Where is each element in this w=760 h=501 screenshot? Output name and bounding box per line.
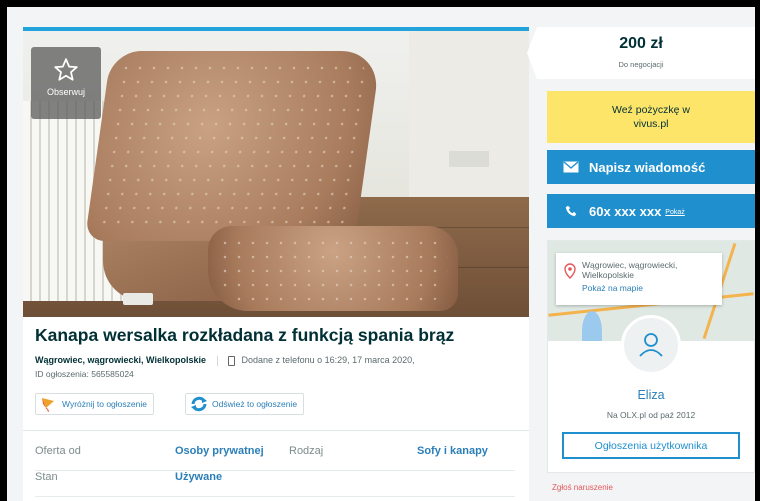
price-box: 200 zł Do negocjacji bbox=[527, 27, 755, 79]
ad-id: ID ogłoszenia: 565585024 bbox=[35, 369, 134, 379]
added-time: o 16:29, 17 marca 2020, bbox=[317, 355, 415, 365]
watch-label: Obserwuj bbox=[46, 87, 85, 97]
param-key: Stan bbox=[35, 471, 58, 483]
map-location-card: Wągrowiec, wągrowiecki, Wielkopolskie Po… bbox=[556, 253, 722, 305]
user-ads-button[interactable]: Ogłoszenia użytkownika bbox=[562, 432, 740, 459]
param-key: Rodzaj bbox=[289, 445, 324, 457]
watch-button[interactable]: Obserwuj bbox=[31, 47, 101, 119]
params-row: Stan Używane bbox=[35, 471, 515, 497]
location-row: Wągrowiec, wągrowiecki, Wielkopolskie Do… bbox=[35, 355, 415, 366]
show-on-map-link[interactable]: Pokaż na mapie bbox=[582, 283, 643, 293]
loan-ad-banner[interactable]: Weź pożyczkę w vivus.pl bbox=[547, 91, 755, 143]
user-icon bbox=[639, 333, 663, 357]
seller-since: Na OLX.pl od paź 2012 bbox=[606, 410, 696, 420]
map-pin-icon bbox=[564, 263, 576, 279]
map-address: Wągrowiec, wągrowiecki, Wielkopolskie bbox=[582, 260, 678, 280]
sofa-back bbox=[84, 51, 382, 241]
promote-label: Wyróżnij to ogłoszenie bbox=[62, 399, 147, 409]
listing-card: Obserwuj Kanapa wersalka rozkładana z fu… bbox=[23, 27, 529, 501]
refresh-icon bbox=[191, 396, 207, 412]
added-text: Dodane z telefonu bbox=[241, 355, 315, 365]
show-phone-link[interactable]: Pokaż bbox=[665, 209, 684, 216]
star-icon bbox=[54, 58, 78, 81]
loan-line1: Weź pożyczkę w bbox=[612, 104, 690, 116]
refresh-button[interactable]: Odśwież to ogłoszenie bbox=[185, 393, 305, 415]
phone-button[interactable]: 60x xxx xxx Pokaż bbox=[547, 194, 755, 228]
param-value[interactable]: Osoby prywatnej bbox=[175, 445, 264, 457]
listing-photo[interactable]: Obserwuj bbox=[23, 31, 529, 317]
params-table: Oferta od Osoby prywatnej Rodzaj Sofy i … bbox=[35, 445, 515, 497]
sofa-seat bbox=[208, 226, 458, 311]
param-key: Oferta od bbox=[35, 445, 81, 457]
location-text: Wągrowiec, wągrowiecki, Wielkopolskie bbox=[35, 355, 206, 365]
kite-icon bbox=[42, 398, 54, 412]
seller-box: Wągrowiec, wągrowiecki, Wielkopolskie Po… bbox=[547, 240, 755, 473]
negotiable-label: Do negocjacji bbox=[618, 60, 664, 69]
message-button[interactable]: Napisz wiadomość bbox=[547, 150, 755, 184]
report-link[interactable]: Zgłoś naruszenie bbox=[552, 483, 613, 492]
listing-title: Kanapa wersalka rozkładana z funkcją spa… bbox=[35, 325, 455, 345]
param-value[interactable]: Sofy i kanapy bbox=[417, 445, 488, 457]
param-value[interactable]: Używane bbox=[175, 471, 222, 483]
avatar bbox=[621, 315, 681, 375]
phone-small-icon bbox=[228, 355, 236, 366]
phone-icon bbox=[565, 205, 577, 217]
loan-line2: vivus.pl bbox=[633, 118, 669, 130]
phone-number: 60x xxx xxx bbox=[589, 203, 662, 219]
page: Obserwuj Kanapa wersalka rozkładana z fu… bbox=[7, 7, 755, 501]
refresh-label: Odśwież to ogłoszenie bbox=[212, 399, 298, 409]
price: 200 zł bbox=[619, 35, 663, 52]
promote-button[interactable]: Wyróżnij to ogłoszenie bbox=[35, 393, 154, 415]
seller-name[interactable]: Eliza bbox=[548, 388, 754, 402]
params-row: Oferta od Osoby prywatnej Rodzaj Sofy i … bbox=[35, 445, 515, 471]
envelope-icon bbox=[563, 161, 579, 173]
message-label: Napisz wiadomość bbox=[589, 159, 706, 175]
